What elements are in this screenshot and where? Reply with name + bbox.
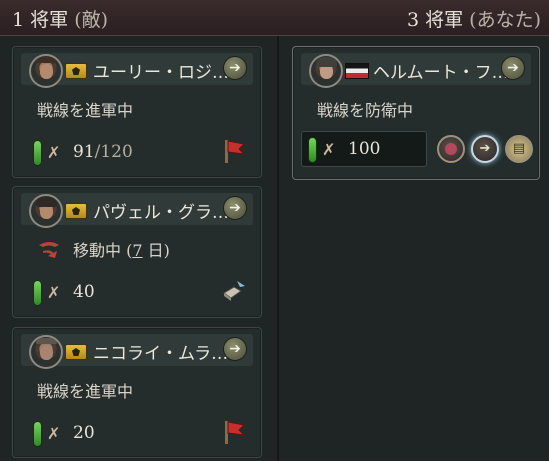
general-portrait[interactable] [29, 54, 63, 88]
general-name[interactable]: ニコライ・ムラ… [93, 339, 228, 364]
arrow-right-icon[interactable]: ➔ [501, 56, 525, 80]
general-header: ニコライ・ムラ… ➔ [21, 334, 253, 369]
arrow-right-icon[interactable]: ➔ [223, 196, 247, 220]
supply-icon[interactable] [221, 277, 247, 305]
advance-ability-icon[interactable]: ➔ [471, 135, 499, 163]
strength-indicator: ✗ 100 [301, 131, 427, 167]
general-status: 戦線を防衛中 [317, 101, 414, 120]
soldier-icon: ✗ [322, 140, 336, 159]
red-flag-icon[interactable] [221, 418, 247, 446]
own-general-card[interactable]: ヘルムート・フ… ➔ 戦線を防衛中 ✗ 100 ➔ ▤ [292, 46, 540, 180]
general-status: 戦線を進軍中 [37, 101, 134, 120]
general-header: ユーリー・ロジ… ➔ [21, 53, 253, 88]
general-status: 移動中 (7 日) [73, 241, 170, 260]
enemy-general-card[interactable]: ニコライ・ムラ… ➔ 戦線を進軍中 ✗ 20 [12, 327, 262, 458]
strength-value: 20 [73, 423, 95, 443]
strength-bar [308, 137, 317, 163]
strength-value: 40 [73, 282, 95, 302]
enemy-general-card[interactable]: ユーリー・ロジ… ➔ 戦線を進軍中 ✗ 91/120 [12, 46, 262, 178]
german-empire-flag-icon [345, 63, 369, 79]
strength-bar [33, 280, 42, 306]
portrait-ability-icon[interactable] [437, 135, 465, 163]
own-generals-title: 3 将軍 (あなた) [406, 9, 541, 31]
general-header: パヴェル・グラ… ➔ [21, 193, 253, 228]
general-portrait[interactable] [309, 54, 343, 88]
general-name[interactable]: ヘルムート・フ… [373, 58, 509, 83]
general-status: 戦線を進軍中 [37, 382, 134, 401]
general-name[interactable]: ユーリー・ロジ… [93, 58, 229, 83]
generals-header: 1 将軍 (敵) 3 将軍 (あなた) [0, 0, 549, 36]
document-ability-icon[interactable]: ▤ [505, 135, 533, 163]
soldier-icon: ✗ [47, 143, 61, 162]
general-portrait[interactable] [29, 335, 63, 369]
rank-badge-icon [65, 344, 87, 360]
soldier-icon: ✗ [47, 424, 61, 443]
strength-bar [33, 140, 42, 166]
enemy-general-card[interactable]: パヴェル・グラ… ➔ 移動中 (7 日) ✗ 40 [12, 186, 262, 318]
rank-badge-icon [65, 203, 87, 219]
general-header: ヘルムート・フ… ➔ [301, 53, 531, 88]
arrow-right-icon[interactable]: ➔ [223, 56, 247, 80]
general-portrait[interactable] [29, 194, 63, 228]
general-name[interactable]: パヴェル・グラ… [93, 198, 229, 223]
rank-badge-icon [65, 63, 87, 79]
enemy-generals-title: 1 将軍 (敵) [12, 9, 109, 31]
strength-bar [33, 421, 42, 447]
arrow-right-icon[interactable]: ➔ [223, 337, 247, 361]
strength-value: 91/120 [73, 142, 133, 162]
soldier-icon: ✗ [47, 283, 61, 302]
red-flag-icon[interactable] [221, 137, 247, 165]
strength-value: 100 [348, 139, 381, 159]
movement-icon [39, 242, 59, 258]
